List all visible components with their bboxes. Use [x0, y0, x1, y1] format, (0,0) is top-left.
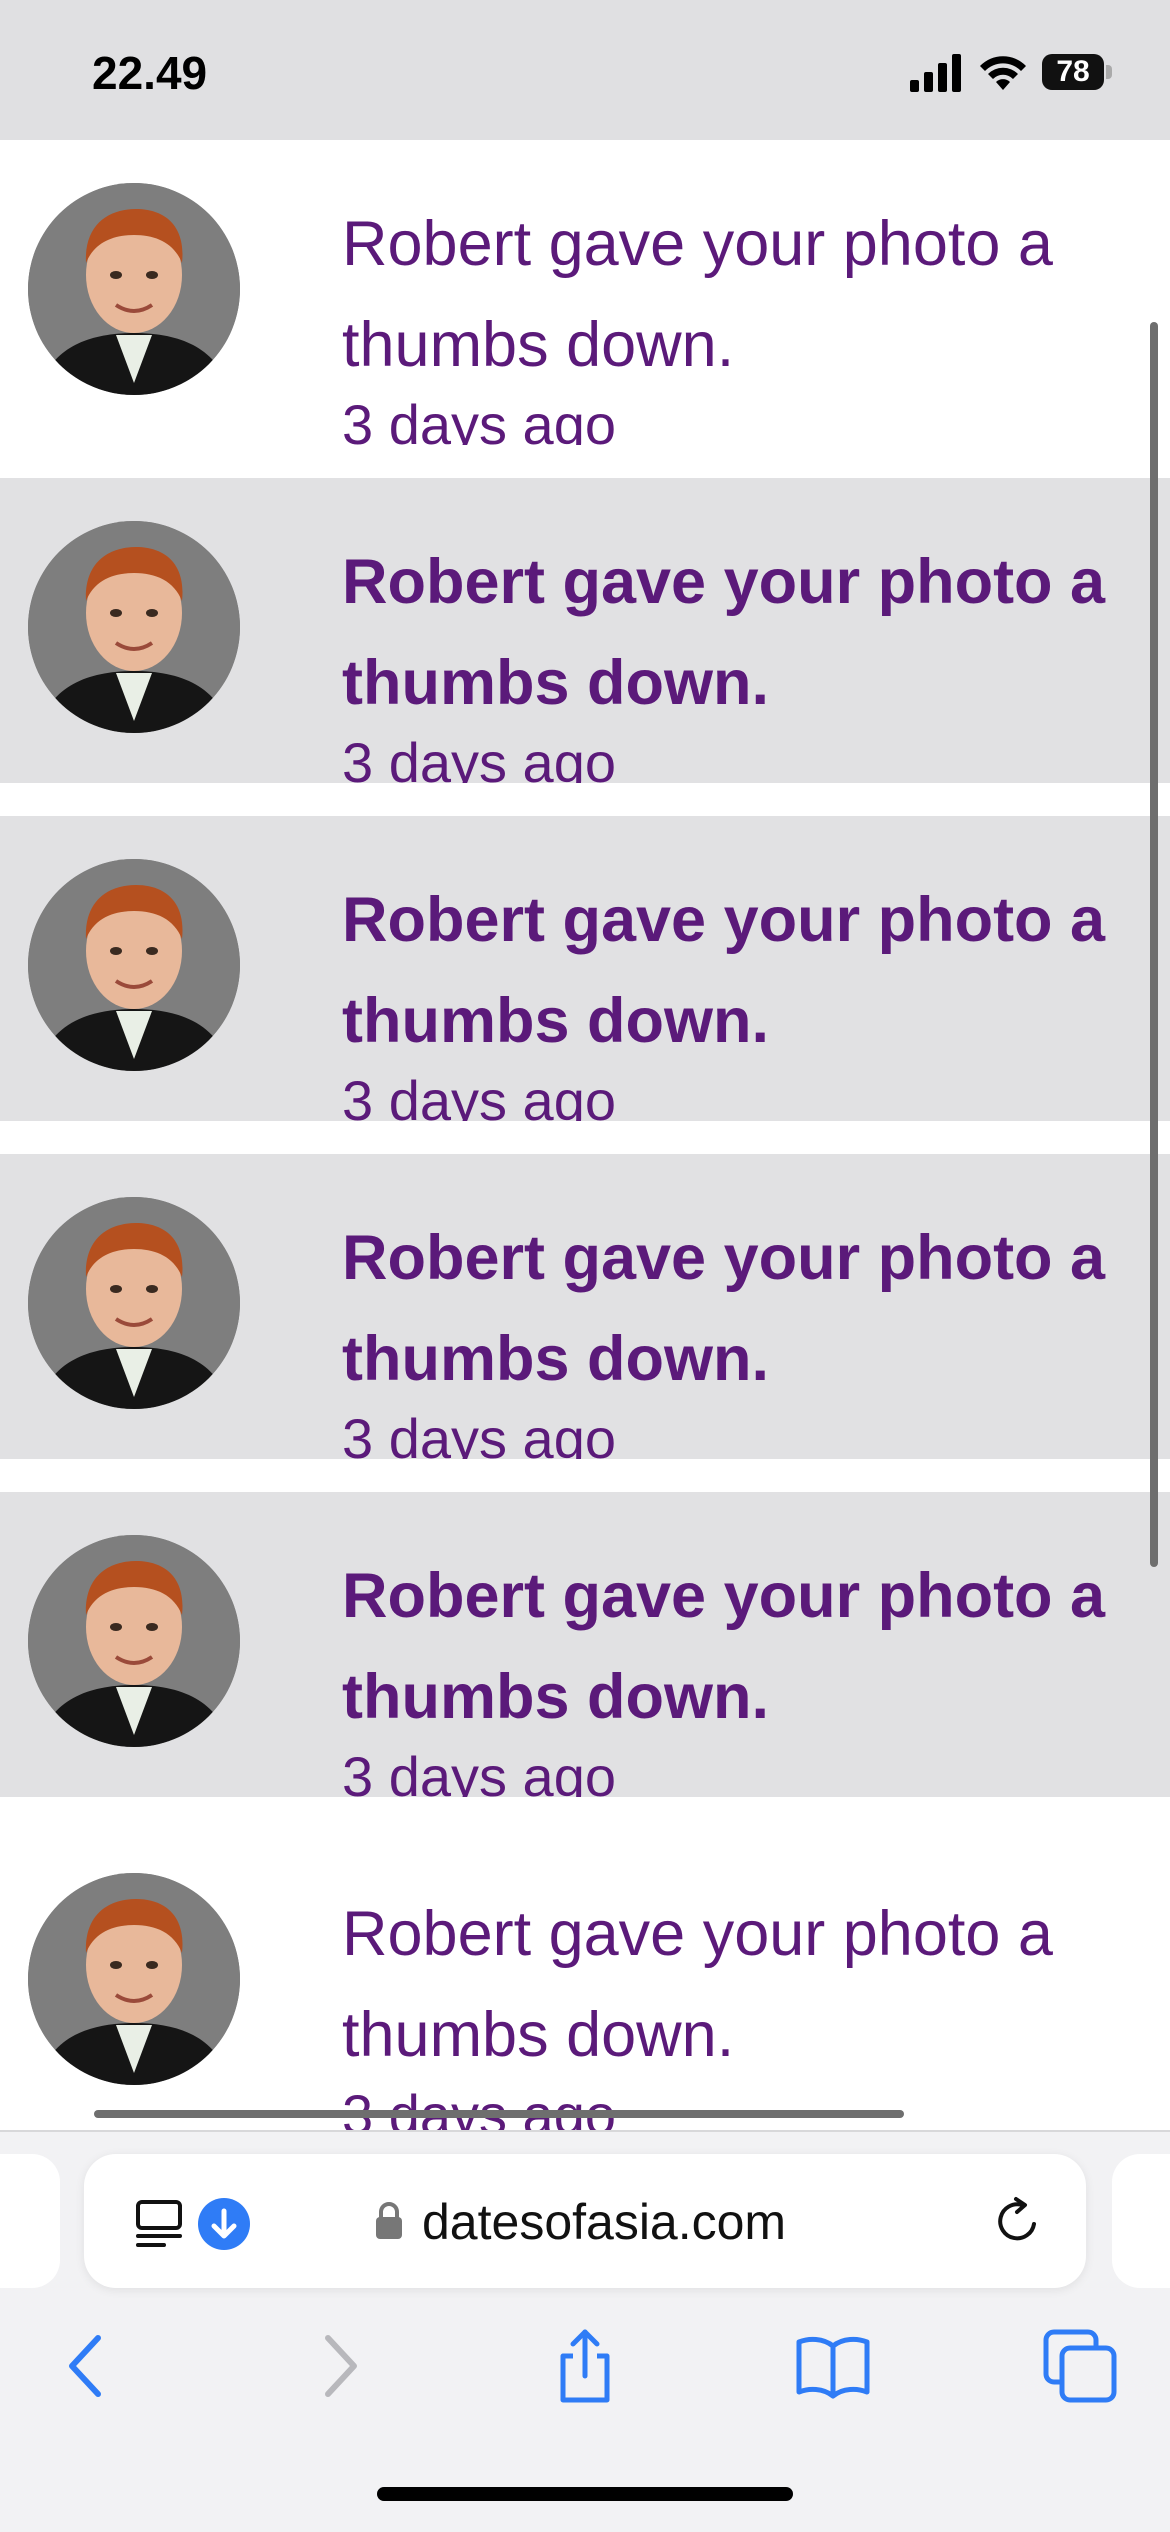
- lock-icon: [376, 2202, 402, 2239]
- notification-time: 3 days ago: [342, 1069, 616, 1121]
- back-icon[interactable]: [46, 2326, 126, 2406]
- avatar[interactable]: [28, 1873, 240, 2085]
- reader-mode-icon[interactable]: [134, 2198, 184, 2248]
- notification-message[interactable]: Robert gave your photo a thumbs down.: [342, 194, 1170, 396]
- tabs-icon[interactable]: [1040, 2326, 1120, 2406]
- home-indicator[interactable]: [377, 2487, 793, 2501]
- status-icons: 78: [908, 52, 1118, 96]
- bookmarks-icon[interactable]: [793, 2326, 873, 2406]
- notification-time: 3 days ago: [342, 731, 616, 783]
- back-button[interactable]: [46, 2326, 126, 2406]
- bookmarks-button[interactable]: [793, 2326, 873, 2406]
- cellular-signal-icon: [910, 54, 961, 92]
- notification-time: 3 days ago: [342, 1745, 616, 1797]
- notification-message[interactable]: Robert gave your photo a thumbs down.: [342, 870, 1170, 1072]
- reload-icon[interactable]: [992, 2196, 1044, 2248]
- notification-message[interactable]: Robert gave your photo a thumbs down.: [342, 1884, 1170, 2086]
- forward-icon[interactable]: [300, 2326, 380, 2406]
- avatar[interactable]: [28, 859, 240, 1071]
- avatar[interactable]: [28, 1535, 240, 1747]
- notification-row[interactable]: Robert gave your photo a thumbs down. 3 …: [0, 478, 1170, 783]
- next-tab-peek[interactable]: [1112, 2154, 1170, 2288]
- notification-time: 3 days ago: [342, 393, 616, 445]
- previous-tab-peek[interactable]: [0, 2154, 60, 2288]
- notification-message[interactable]: Robert gave your photo a thumbs down.: [342, 532, 1170, 734]
- forward-button[interactable]: [300, 2326, 380, 2406]
- notification-row[interactable]: Robert gave your photo a thumbs down. 3 …: [0, 140, 1170, 445]
- battery-tip: [1106, 65, 1112, 79]
- share-button[interactable]: [545, 2326, 625, 2406]
- share-icon[interactable]: [545, 2326, 625, 2406]
- address-bar[interactable]: datesofasia.com: [84, 2154, 1086, 2288]
- notification-message[interactable]: Robert gave your photo a thumbs down.: [342, 1208, 1170, 1410]
- screen: 22.49 78 Robert gave your photo a thumbs: [0, 0, 1170, 2532]
- notification-message[interactable]: Robert gave your photo a thumbs down.: [342, 1546, 1170, 1748]
- avatar[interactable]: [28, 521, 240, 733]
- notification-row[interactable]: Robert gave your photo a thumbs down. 3 …: [0, 816, 1170, 1121]
- notification-row[interactable]: Robert gave your photo a thumbs down. 3 …: [0, 1492, 1170, 1797]
- horizontal-scrollbar[interactable]: [94, 2110, 904, 2118]
- url-text[interactable]: datesofasia.com: [422, 2192, 786, 2252]
- download-icon[interactable]: [198, 2198, 250, 2250]
- notification-feed[interactable]: Robert gave your photo a thumbs down. 3 …: [0, 140, 1170, 2130]
- notification-time: 3 days ago: [342, 2083, 616, 2130]
- notification-row[interactable]: Robert gave your photo a thumbs down. 3 …: [0, 1154, 1170, 1459]
- status-bar: 22.49 78: [0, 0, 1170, 140]
- status-time: 22.49: [92, 47, 208, 99]
- notification-time: 3 days ago: [342, 1407, 616, 1459]
- vertical-scrollbar[interactable]: [1150, 322, 1158, 1567]
- avatar[interactable]: [28, 1197, 240, 1409]
- wifi-icon: [980, 56, 1026, 90]
- avatar[interactable]: [28, 183, 240, 395]
- battery-icon: 78: [1042, 54, 1104, 90]
- notification-row[interactable]: Robert gave your photo a thumbs down. 3 …: [0, 1830, 1170, 2130]
- tabs-button[interactable]: [1040, 2326, 1120, 2406]
